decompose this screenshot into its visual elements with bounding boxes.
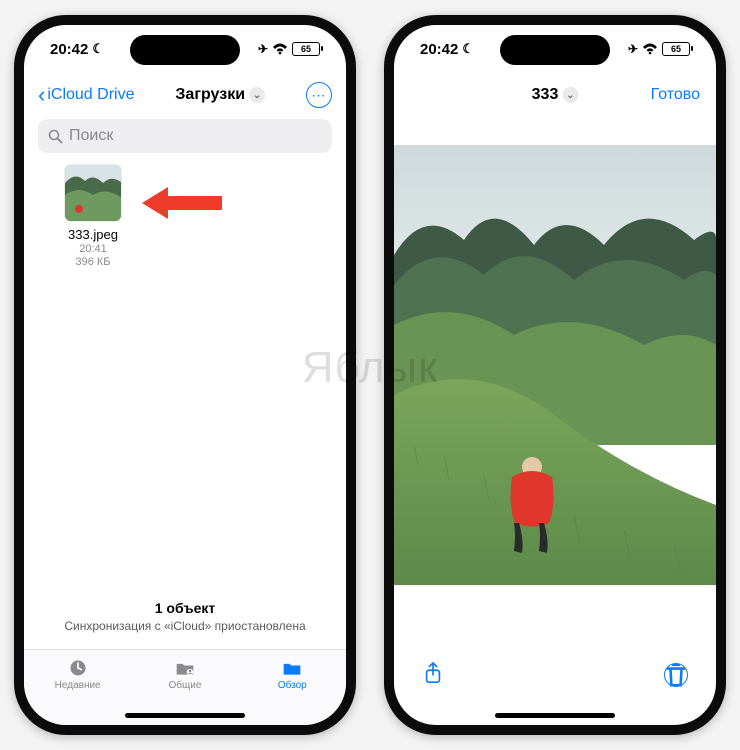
battery-icon: 65	[662, 42, 690, 56]
file-time: 20:41	[79, 243, 107, 255]
do-not-disturb-icon: ☾	[92, 41, 104, 57]
more-options-button[interactable]: ⋯	[306, 82, 332, 108]
sync-status: Синхронизация с «iCloud» приостановлена	[24, 619, 346, 633]
battery-icon: 65	[292, 42, 320, 56]
home-indicator[interactable]	[495, 713, 615, 718]
tab-shared[interactable]: Общие	[145, 658, 225, 691]
tab-recents[interactable]: Недавние	[38, 658, 118, 691]
item-count: 1 объект	[24, 600, 346, 616]
viewer-nav-bar: 333 ⌄ Готово	[394, 75, 716, 115]
wifi-icon	[272, 43, 288, 55]
dynamic-island	[500, 35, 610, 65]
tab-browse[interactable]: Обзор	[252, 658, 332, 691]
share-icon	[422, 661, 444, 685]
callout-arrow-icon	[142, 185, 222, 226]
status-time: 20:42	[50, 41, 88, 58]
airplane-mode-icon: ✈	[258, 42, 268, 56]
chevron-down-icon: ⌄	[562, 87, 578, 103]
share-button[interactable]	[422, 661, 444, 690]
search-placeholder: Поиск	[69, 127, 113, 145]
done-button[interactable]: Готово	[651, 86, 700, 104]
home-indicator[interactable]	[125, 713, 245, 718]
folder-title[interactable]: Загрузки ⌄	[175, 86, 265, 104]
wifi-icon	[642, 43, 658, 55]
file-size: 396 КБ	[75, 256, 110, 268]
chevron-left-icon: ‹	[38, 84, 45, 106]
clock-icon	[67, 658, 89, 678]
files-nav-bar: ‹ iCloud Drive Загрузки ⌄ ⋯	[24, 75, 346, 115]
phone-viewer: 20:42 ☾ ✈ 65 333 ⌄ Готово	[384, 15, 726, 735]
back-label: iCloud Drive	[47, 86, 134, 104]
search-field[interactable]: Поиск	[38, 119, 332, 153]
file-name: 333.jpeg	[68, 227, 118, 242]
airplane-mode-icon: ✈	[628, 42, 638, 56]
back-button[interactable]: ‹ iCloud Drive	[38, 84, 134, 106]
file-thumbnail	[65, 165, 121, 221]
file-item[interactable]: 333.jpeg 20:41 396 КБ	[38, 165, 148, 268]
chevron-down-icon: ⌄	[249, 87, 265, 103]
trash-circle-icon	[664, 663, 688, 687]
photo-viewer[interactable]	[394, 145, 716, 585]
phone-files: 20:42 ☾ ✈ 65 ‹ iCloud Drive Загрузки ⌄ ⋯…	[14, 15, 356, 735]
viewer-toolbar	[394, 653, 716, 697]
dynamic-island	[130, 35, 240, 65]
footer-info: 1 объект Синхронизация с «iCloud» приост…	[24, 600, 346, 633]
do-not-disturb-icon: ☾	[462, 41, 474, 57]
delete-button[interactable]	[664, 663, 688, 687]
viewer-title[interactable]: 333 ⌄	[532, 86, 579, 104]
ellipsis-icon: ⋯	[311, 87, 326, 104]
folder-icon	[281, 658, 303, 678]
search-icon	[48, 129, 63, 144]
folder-shared-icon	[174, 658, 196, 678]
status-time: 20:42	[420, 41, 458, 58]
